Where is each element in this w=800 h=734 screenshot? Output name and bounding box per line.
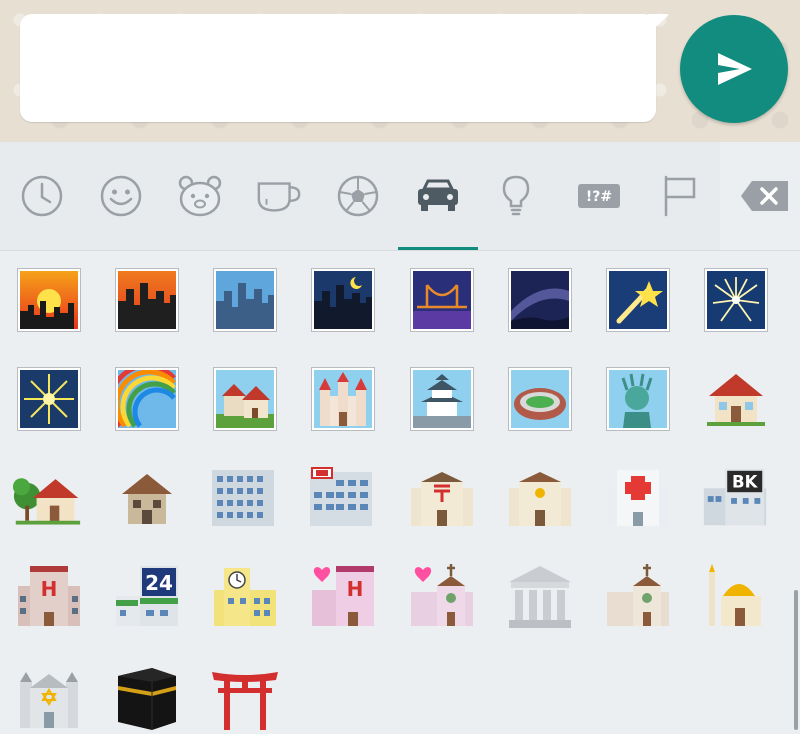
clock-icon bbox=[21, 175, 63, 217]
svg-text:!?#: !?# bbox=[586, 189, 612, 205]
emoji-stadium[interactable] bbox=[505, 364, 575, 434]
emoji-milky-way[interactable] bbox=[505, 265, 575, 335]
emoji-cityscape-at-dusk[interactable] bbox=[112, 265, 182, 335]
emoji-derelict-house[interactable] bbox=[112, 464, 182, 534]
emoji-shinto-shrine[interactable] bbox=[210, 662, 280, 732]
tab-activity[interactable] bbox=[334, 172, 382, 220]
bear-icon bbox=[178, 175, 222, 217]
message-input-tail bbox=[648, 14, 670, 34]
send-arrow-icon bbox=[718, 53, 752, 85]
emoji-rainbow[interactable] bbox=[112, 364, 182, 434]
backspace-icon bbox=[741, 181, 788, 211]
emoji-school[interactable] bbox=[210, 562, 280, 632]
emoji-grid: BK H 24 H bbox=[0, 252, 800, 734]
emoji-mosque[interactable] bbox=[701, 562, 771, 632]
emoji-night-with-stars[interactable] bbox=[308, 265, 378, 335]
tab-smileys[interactable] bbox=[97, 172, 145, 220]
lightbulb-icon bbox=[502, 175, 530, 216]
emoji-sparkler[interactable] bbox=[701, 265, 771, 335]
emoji-houses[interactable] bbox=[210, 364, 280, 434]
emoji-fireworks[interactable] bbox=[14, 364, 84, 434]
emoji-european-castle[interactable] bbox=[308, 364, 378, 434]
soccer-ball-icon bbox=[337, 175, 379, 217]
emoji-house-with-garden[interactable] bbox=[12, 464, 82, 534]
tab-travel[interactable] bbox=[414, 172, 462, 220]
emoji-love-hotel[interactable]: H bbox=[308, 562, 378, 632]
store-sign: 24 bbox=[145, 571, 173, 595]
emoji-wedding[interactable] bbox=[407, 562, 477, 632]
chat-input-area bbox=[0, 0, 800, 142]
emoji-scrollbar[interactable] bbox=[794, 590, 798, 730]
message-input[interactable] bbox=[20, 14, 656, 122]
emoji-bank[interactable]: BK bbox=[700, 464, 770, 534]
emoji-hotel[interactable]: H bbox=[14, 562, 84, 632]
emoji-kaaba[interactable] bbox=[112, 662, 182, 732]
backspace-button[interactable] bbox=[740, 176, 790, 216]
car-icon bbox=[418, 179, 458, 211]
tab-recent[interactable] bbox=[18, 172, 66, 220]
tab-objects[interactable] bbox=[492, 172, 540, 220]
emoji-classical-building[interactable] bbox=[505, 562, 575, 632]
emoji-synagogue[interactable] bbox=[14, 662, 84, 732]
smiley-icon bbox=[100, 175, 142, 217]
emoji-office-building[interactable] bbox=[208, 464, 278, 534]
emoji-post-office[interactable] bbox=[505, 464, 575, 534]
emoji-statue-of-liberty[interactable] bbox=[603, 364, 673, 434]
flag-icon bbox=[664, 175, 696, 217]
hotel-sign: H bbox=[41, 577, 58, 601]
tab-food[interactable] bbox=[255, 172, 303, 220]
emoji-cityscape[interactable] bbox=[210, 265, 280, 335]
bank-sign: BK bbox=[732, 472, 759, 491]
cup-icon bbox=[257, 182, 301, 212]
emoji-hospital[interactable] bbox=[603, 464, 673, 534]
love-hotel-sign: H bbox=[347, 577, 364, 601]
emoji-category-tabs: !?# bbox=[0, 142, 800, 250]
emoji-church[interactable] bbox=[603, 562, 673, 632]
emoji-bridge-at-night[interactable] bbox=[407, 265, 477, 335]
emoji-house[interactable] bbox=[701, 364, 771, 434]
send-button[interactable] bbox=[680, 15, 788, 123]
emoji-sunset-over-buildings[interactable] bbox=[14, 265, 84, 335]
tab-animals[interactable] bbox=[176, 172, 224, 220]
emoji-convenience-store[interactable]: 24 bbox=[112, 562, 182, 632]
divider bbox=[0, 250, 800, 251]
emoji-shooting-star[interactable] bbox=[603, 265, 673, 335]
emoji-japanese-post-office[interactable] bbox=[407, 464, 477, 534]
emoji-japanese-castle[interactable] bbox=[407, 364, 477, 434]
tab-flags[interactable] bbox=[655, 172, 703, 220]
tab-symbols[interactable]: !?# bbox=[575, 172, 623, 220]
symbols-icon: !?# bbox=[578, 184, 620, 208]
emoji-department-store[interactable] bbox=[306, 464, 376, 534]
